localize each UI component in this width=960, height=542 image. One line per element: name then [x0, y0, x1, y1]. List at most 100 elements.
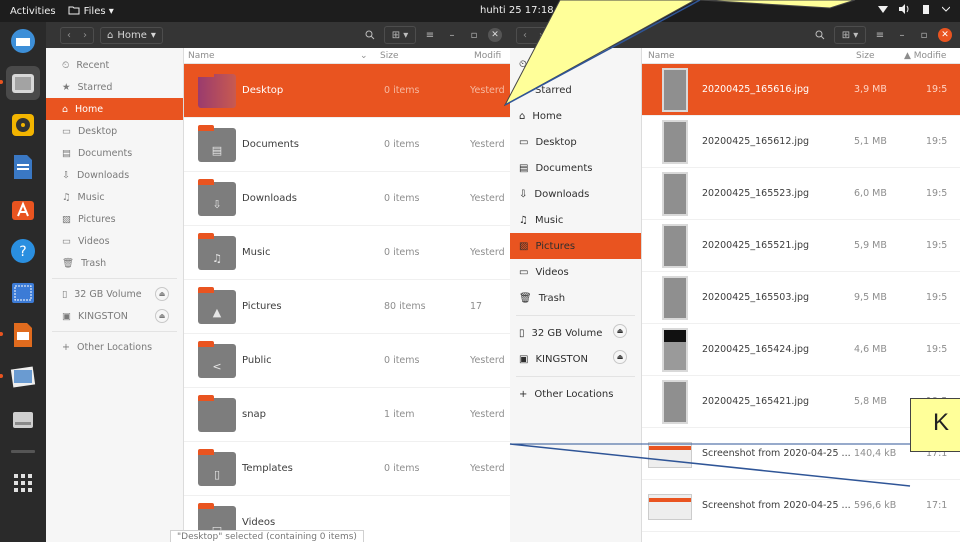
sidebar-item-other-locations[interactable]: + Other Locations [46, 336, 183, 358]
sidebar-item-pictures[interactable]: ▨ Pictures [46, 208, 183, 230]
table-row[interactable]: 20200425_165521.jpg 5,9 MB 19:5 [642, 220, 960, 272]
forward-button[interactable]: › [533, 28, 549, 43]
sidebar-item-starred[interactable]: ★ Starred [510, 77, 641, 103]
files-icon[interactable] [0, 66, 40, 100]
search-button[interactable] [812, 26, 828, 44]
libreoffice-writer-icon[interactable] [6, 150, 40, 184]
volume-icon[interactable] [898, 4, 910, 17]
eject-icon[interactable]: ⏏ [155, 309, 169, 323]
sidebar-item-desktop[interactable]: ▭ Desktop [46, 120, 183, 142]
clock[interactable]: huhti 25 17:18 [480, 5, 554, 16]
sidebar-item-label: Home [75, 103, 104, 115]
view-grid-button[interactable]: ⊞ ▾ [834, 26, 866, 44]
sidebar-item-starred[interactable]: ★ Starred [46, 76, 183, 98]
sidebar-item-recent[interactable]: ⏲ Recent [510, 51, 641, 77]
sidebar-item-home[interactable]: ⌂ Home [510, 103, 641, 129]
close-button[interactable]: ✕ [488, 28, 502, 42]
table-row[interactable]: ▤ Documents 0 items Yesterd [184, 118, 510, 172]
file-list: Name Size ▲ Modifie 20200425_165616.jpg 3… [642, 48, 960, 542]
table-row[interactable]: 20200425_165424.jpg 4,6 MB 19:5 [642, 324, 960, 376]
rhythmbox-icon[interactable] [6, 108, 40, 142]
sidebar-item-documents[interactable]: ▤ Documents [510, 155, 641, 181]
file-modified: 19:5 [926, 188, 948, 199]
sidebar-item-volume[interactable]: ▯ 32 GB Volume ⏏ [46, 283, 183, 305]
table-row[interactable]: Desktop 0 items Yesterd [184, 64, 510, 118]
menu-button[interactable]: ≡ [872, 26, 888, 44]
column-name[interactable]: Name [188, 51, 215, 61]
thunderbird-icon[interactable] [6, 24, 40, 58]
table-row[interactable]: 20200425_165523.jpg 6,0 MB 19:5 [642, 168, 960, 220]
sidebar-item-kingston[interactable]: ▣ KINGSTON ⏏ [46, 305, 183, 327]
sidebar-item-desktop[interactable]: ▭ Desktop [510, 129, 641, 155]
folder-icon: ▤ [198, 125, 236, 162]
column-name[interactable]: Name [648, 51, 675, 61]
minimize-button[interactable]: – [444, 26, 460, 44]
menu-button[interactable]: ≡ [422, 26, 438, 44]
impress-icon[interactable] [0, 318, 40, 352]
maximize-button[interactable]: ▫ [466, 26, 482, 44]
music-icon: ♫ [62, 191, 71, 203]
help-icon[interactable]: ? [6, 234, 40, 268]
network-icon[interactable] [878, 4, 888, 17]
eject-icon[interactable]: ⏏ [613, 324, 627, 338]
eject-icon[interactable]: ⏏ [613, 350, 627, 364]
sidebar-item-recent[interactable]: ⏲ Recent [46, 54, 183, 76]
file-modified: 19:5 [926, 292, 948, 303]
sidebar-item-volume[interactable]: ▯ 32 GB Volume ⏏ [510, 320, 641, 346]
table-row[interactable]: < Public 0 items Yesterd [184, 334, 510, 388]
sidebar-item-music[interactable]: ♫ Music [46, 186, 183, 208]
table-row[interactable]: 20200425_165503.jpg 9,5 MB 19:5 [642, 272, 960, 324]
videos-icon: ▭ [62, 235, 71, 247]
sidebar-item-documents[interactable]: ▤ Documents [46, 142, 183, 164]
table-row[interactable]: ▲ Pictures 80 items 17 [184, 280, 510, 334]
maximize-button[interactable]: ▫ [916, 26, 932, 44]
table-row[interactable]: ♫ Music 0 items Yesterd [184, 226, 510, 280]
table-row[interactable]: snap 1 item Yesterd [184, 388, 510, 442]
path-bar-home[interactable]: ⌂ Home [556, 26, 610, 44]
sidebar-item-other-locations[interactable]: + Other Locations [510, 381, 641, 407]
back-button[interactable]: ‹ [517, 28, 533, 43]
column-size[interactable]: Size [856, 51, 874, 61]
table-row[interactable]: ▯ Templates 0 items Yesterd [184, 442, 510, 496]
power-menu-icon[interactable] [941, 4, 951, 17]
forward-button[interactable]: › [77, 28, 93, 43]
path-bar-home[interactable]: ⌂ Home ▾ [100, 26, 163, 44]
search-button[interactable] [362, 26, 378, 44]
sidebar-item-kingston[interactable]: ▣ KINGSTON ⏏ [510, 346, 641, 372]
image-thumbnail [662, 328, 688, 372]
sidebar-item-downloads[interactable]: ⇩ Downloads [510, 181, 641, 207]
software-center-icon[interactable] [6, 192, 40, 226]
sidebar-item-trash[interactable]: 🗑 Trash [46, 252, 183, 274]
sidebar-item-music[interactable]: ♫ Music [510, 207, 641, 233]
battery-icon[interactable] [920, 4, 932, 17]
file-size: 4,6 MB [854, 344, 887, 355]
column-size[interactable]: Size [380, 51, 398, 61]
sidebar-item-pictures[interactable]: ▨ Pictures [510, 233, 641, 259]
minimize-button[interactable]: – [894, 26, 910, 44]
close-button[interactable]: ✕ [938, 28, 952, 42]
sidebar-item-videos[interactable]: ▭ Videos [46, 230, 183, 252]
folder-icon [198, 395, 236, 432]
sidebar-item-videos[interactable]: ▭ Videos [510, 259, 641, 285]
view-grid-button[interactable]: ⊞ ▾ [384, 26, 416, 44]
column-modified[interactable]: ▲ Modifie [904, 51, 946, 61]
sidebar-item-trash[interactable]: 🗑 Trash [510, 285, 641, 311]
activities-button[interactable]: Activities [0, 6, 68, 17]
table-row[interactable]: 20200425_165616.jpg 3,9 MB 19:5 [642, 64, 960, 116]
sidebar-item-label: Recent [533, 58, 569, 70]
system-tray[interactable] [878, 4, 951, 17]
column-modified[interactable]: Modifi [474, 51, 501, 61]
table-row[interactable]: Screenshot from 2020-04-25 ... 596,6 kB 17… [642, 480, 960, 532]
image-viewer-icon[interactable] [0, 360, 40, 394]
file-name: 20200425_165503.jpg [702, 292, 810, 303]
show-apps-icon[interactable] [6, 466, 40, 500]
disk-icon[interactable] [6, 402, 40, 436]
app-menu[interactable]: Files ▾ [68, 5, 114, 18]
table-row[interactable]: ⇩ Downloads 0 items Yesterd [184, 172, 510, 226]
eject-icon[interactable]: ⏏ [155, 287, 169, 301]
sidebar-item-home[interactable]: ⌂ Home [46, 98, 183, 120]
sidebar-item-downloads[interactable]: ⇩ Downloads [46, 164, 183, 186]
table-row[interactable]: 20200425_165612.jpg 5,1 MB 19:5 [642, 116, 960, 168]
back-button[interactable]: ‹ [61, 28, 77, 43]
screenshot-icon[interactable] [6, 276, 40, 310]
